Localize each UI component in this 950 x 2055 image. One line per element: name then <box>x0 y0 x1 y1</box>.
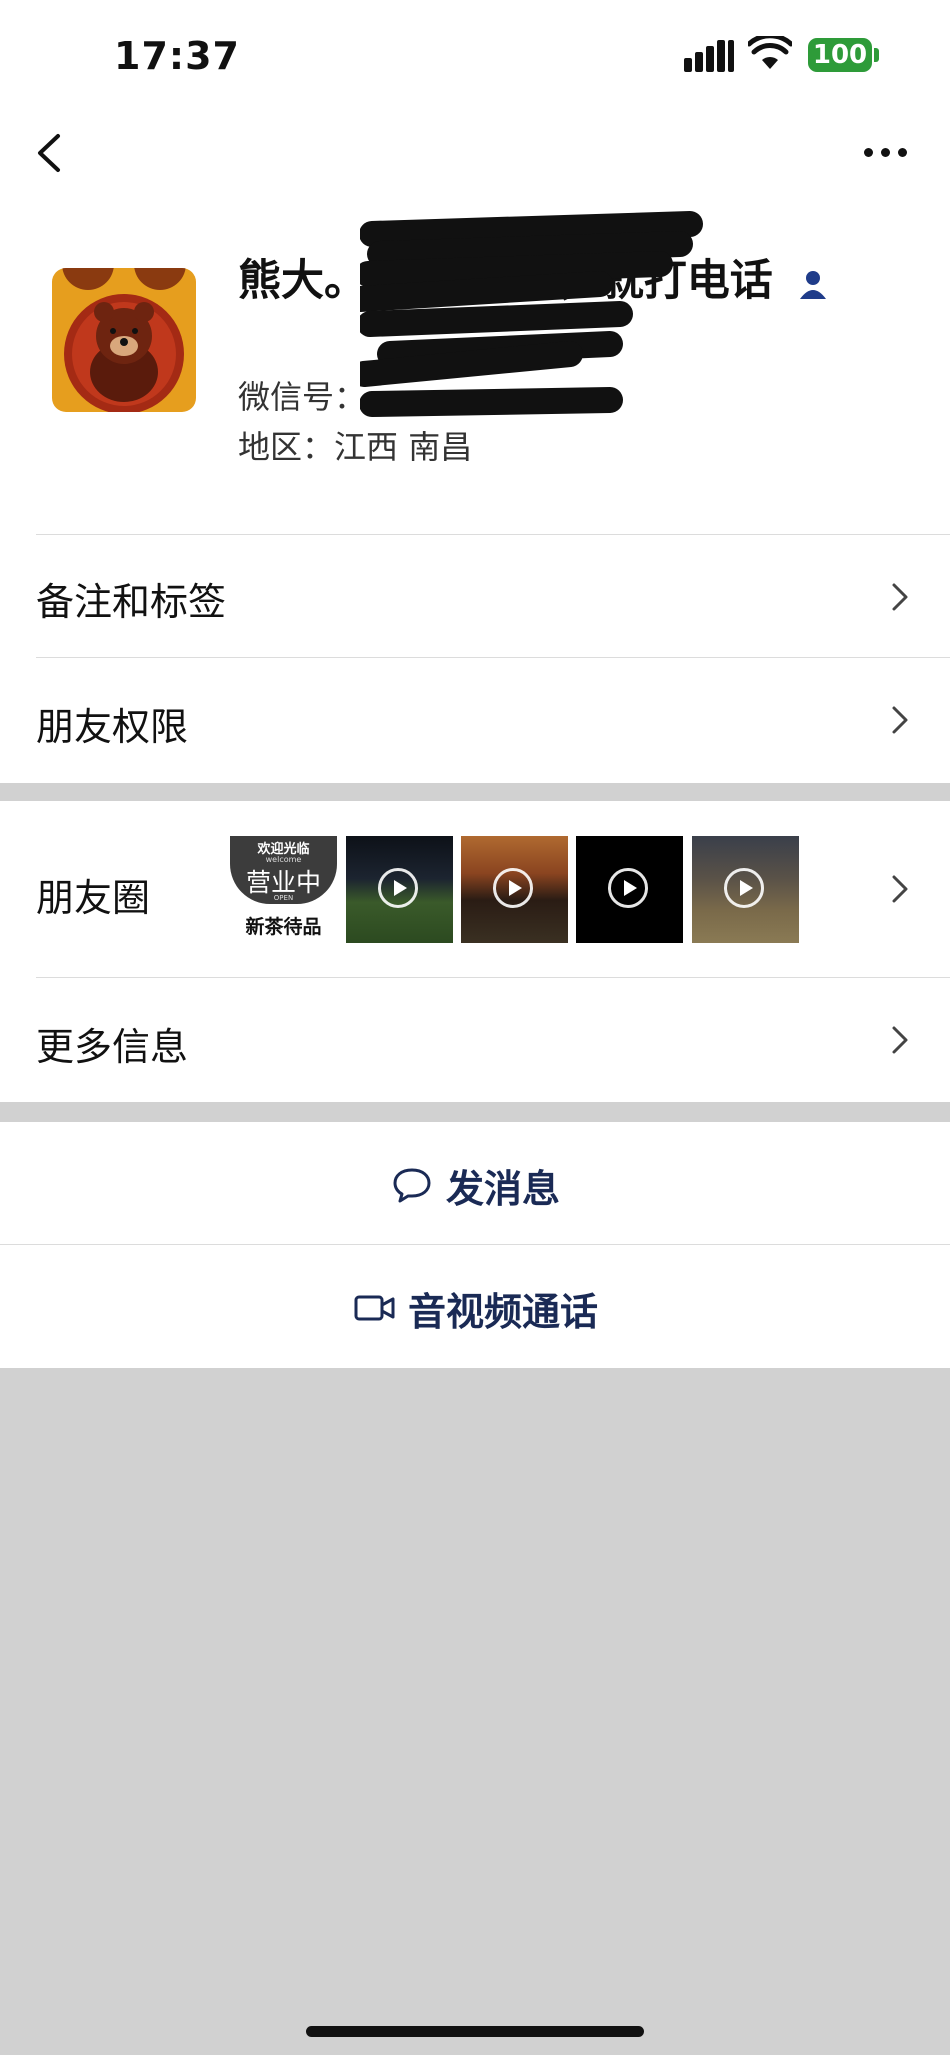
friend-permissions-label: 朋友权限 <box>36 705 189 749</box>
play-icon <box>378 868 418 908</box>
cellular-signal-icon <box>684 38 734 72</box>
moments-label: 朋友圈 <box>36 876 151 920</box>
avatar[interactable] <box>52 268 196 412</box>
more-info-row[interactable]: 更多信息 <box>0 978 950 1102</box>
chevron-right-icon <box>892 583 908 611</box>
chevron-right-icon <box>892 875 908 903</box>
wifi-icon <box>748 36 792 69</box>
wechat-id: 微信号： <box>238 378 367 416</box>
thumb-tea-text: 新茶待品 <box>245 916 322 938</box>
status-time: 17:37 <box>114 34 240 78</box>
play-icon <box>493 868 533 908</box>
bear-avatar-image <box>52 268 196 412</box>
play-icon <box>608 868 648 908</box>
home-indicator <box>306 2026 644 2037</box>
remark-tags-label: 备注和标签 <box>36 580 227 624</box>
remark-tags-row[interactable]: 备注和标签 <box>0 535 950 657</box>
chevron-right-icon <box>892 706 908 734</box>
moments-thumb-4[interactable] <box>576 836 683 943</box>
section-gap <box>0 783 950 801</box>
chevron-right-icon <box>892 1026 908 1054</box>
send-message-button[interactable]: 发消息 <box>0 1122 950 1244</box>
back-icon[interactable] <box>30 128 70 178</box>
moments-thumb-3[interactable] <box>461 836 568 943</box>
send-message-label: 发消息 <box>446 1167 561 1211</box>
moments-thumb-5[interactable] <box>692 836 799 943</box>
more-info-label: 更多信息 <box>36 1025 189 1069</box>
person-icon <box>799 270 826 299</box>
av-call-button[interactable]: 音视频通话 <box>0 1245 950 1367</box>
battery-cap <box>874 48 879 62</box>
av-call-label: 音视频通话 <box>408 1290 599 1334</box>
chat-bubble-icon <box>393 1168 431 1203</box>
more-icon[interactable] <box>862 140 910 164</box>
region-label: 地区： <box>238 428 335 466</box>
redaction-scribble <box>360 211 703 417</box>
battery-indicator: 100 <box>808 38 872 72</box>
thumb-open-en: OPEN <box>273 894 294 902</box>
moments-thumb-2[interactable] <box>346 836 453 943</box>
moments-thumb-1[interactable]: 欢迎光临 welcome 营业中 OPEN 新茶待品 <box>230 836 337 943</box>
friend-permissions-row[interactable]: 朋友权限 <box>0 658 950 780</box>
play-icon <box>724 868 764 908</box>
video-camera-icon <box>354 1295 395 1321</box>
section-gap <box>0 1102 950 1122</box>
